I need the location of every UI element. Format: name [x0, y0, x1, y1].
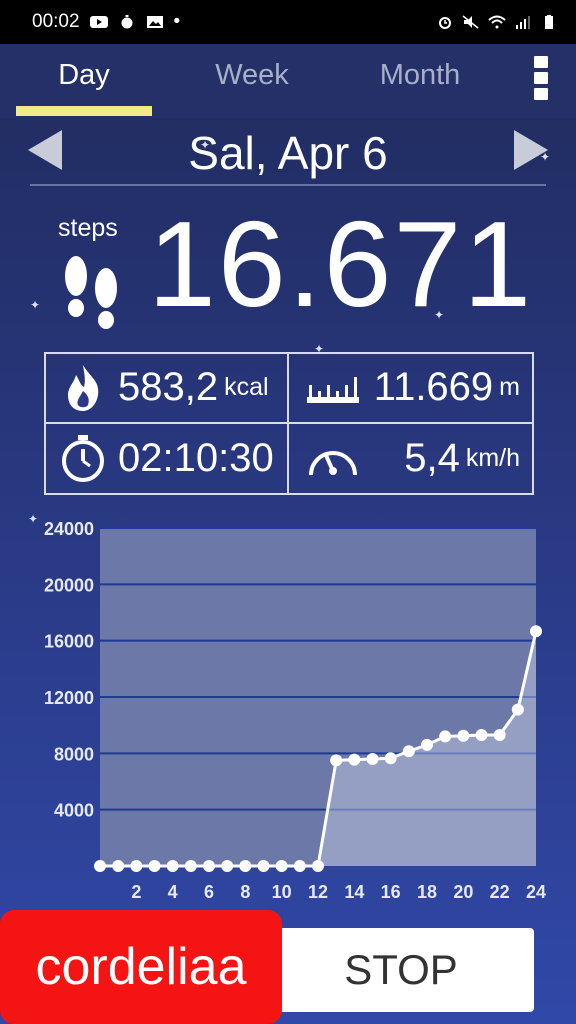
calories-unit: kcal: [224, 373, 269, 402]
tab-bar: Day Week Month: [0, 44, 576, 118]
chart-x-tick-label: 12: [308, 882, 328, 902]
chart-data-point: [493, 729, 506, 742]
chart-svg: 40008000120001600020000240002 4 6 8 10 12 14 16…: [44, 519, 546, 902]
chart-data-point: [148, 860, 161, 872]
chart-data-point: [293, 860, 306, 872]
sparkle-icon: ✦: [200, 138, 211, 152]
chart-data-point: [130, 860, 143, 872]
chart-x-tick-label: 4: [168, 882, 178, 902]
status-time: 00:02: [32, 11, 80, 32]
speedometer-icon: [309, 451, 357, 476]
ruler-icon: [307, 376, 359, 403]
status-bar: 00:02 •: [0, 0, 576, 44]
distance-stat: 11.669 m: [289, 354, 532, 424]
chart-data-point: [239, 860, 252, 872]
sparkle-icon: ✦: [30, 298, 41, 312]
tab-day[interactable]: Day: [0, 44, 168, 118]
chart-data-point: [366, 752, 379, 765]
chart-y-tick-label: 4000: [54, 801, 94, 821]
chart-data-point: [203, 860, 215, 872]
chart-x-tick-label: 6: [204, 882, 214, 902]
chart-y-tick-label: 8000: [54, 744, 94, 764]
sparkle-icon: ✦: [314, 342, 325, 356]
duration-value: 02:10:30: [118, 435, 274, 480]
chart-y-tick-label: 20000: [44, 575, 94, 595]
calories-value: 583,2: [118, 365, 219, 410]
watermark-label: cordeliaa: [0, 910, 282, 1024]
chart-x-tick-label: 22: [490, 882, 510, 902]
stopwatch-icon: [121, 15, 133, 29]
chart-data-point: [312, 860, 324, 872]
chart-x-tick-label: 8: [240, 882, 250, 902]
date-divider: [30, 184, 546, 186]
chart-y-tick-label: 16000: [44, 632, 94, 652]
sparkle-icon: ✦: [434, 308, 445, 322]
chart-data-point: [348, 753, 361, 766]
chart-x-tick-label: 24: [526, 882, 546, 902]
chart-x-tick-label: 16: [381, 882, 401, 902]
steps-label: steps: [58, 214, 118, 242]
chart-data-point: [94, 860, 106, 872]
chart-data-point: [184, 860, 197, 872]
chart-data-point: [112, 860, 125, 872]
date-navigation: Sal, Apr 6: [0, 118, 576, 188]
chart-data-point: [439, 730, 452, 743]
date-label: Sal, Apr 6: [188, 127, 388, 179]
chart-x-tick-label: 10: [272, 882, 292, 902]
mute-icon: [462, 15, 479, 29]
tab-month[interactable]: Month: [336, 44, 504, 118]
duration-stat: 02:10:30: [46, 423, 289, 493]
speed-stat: 5,4 km/h: [289, 424, 532, 494]
sparkle-icon: ✦: [540, 150, 551, 164]
flame-icon: [68, 364, 99, 411]
chart-data-point: [166, 860, 179, 872]
status-dot: •: [173, 11, 181, 32]
chart-x-tick-label: 2: [131, 882, 141, 902]
chart-y-tick-label: 12000: [44, 688, 94, 708]
chart-data-point: [511, 703, 524, 716]
tab-week[interactable]: Week: [168, 44, 336, 118]
chart-data-point: [402, 745, 415, 758]
image-icon: [146, 16, 163, 28]
hourly-steps-chart: 4000 8000 12000 16000 20000 24000 2 4 6 8 10 12 14 16…: [0, 510, 576, 910]
chart-data-point: [257, 860, 270, 872]
signal-icon: [516, 16, 530, 29]
chart-x-tick-label: 14: [344, 882, 364, 902]
steps-count: 16.671: [148, 196, 534, 332]
distance-unit: m: [499, 373, 520, 402]
sparkle-icon: ✦: [28, 512, 39, 526]
chart-x-tick-label: 18: [417, 882, 437, 902]
chart-data-point: [457, 729, 470, 742]
stats-grid: 583,2 kcal 11.669 m 02:10:30 5,4 km/h: [44, 352, 534, 495]
footprints-icon: [65, 256, 117, 329]
chart-data-point: [275, 860, 288, 872]
youtube-icon: [89, 16, 108, 28]
chart-data-point: [221, 860, 234, 872]
calories-stat: 583,2 kcal: [46, 354, 289, 424]
chart-data-point: [330, 754, 343, 767]
overflow-menu-icon[interactable]: [534, 56, 548, 100]
steps-summary: steps 16.671: [0, 196, 576, 340]
speed-unit: km/h: [465, 443, 520, 472]
wifi-icon: [488, 15, 506, 29]
chart-data-point: [475, 729, 488, 742]
battery-icon: [545, 15, 553, 29]
speed-value: 5,4: [404, 435, 460, 480]
chart-x-tick-label: 20: [453, 882, 473, 902]
stopwatch-icon: [62, 435, 104, 483]
chart-data-point: [421, 738, 433, 751]
chart-y-tick-label: 24000: [44, 519, 94, 539]
chart-data-point: [530, 625, 542, 638]
chart-data-point: [384, 752, 397, 765]
distance-value: 11.669: [373, 365, 494, 410]
alarm-icon: [439, 17, 451, 29]
